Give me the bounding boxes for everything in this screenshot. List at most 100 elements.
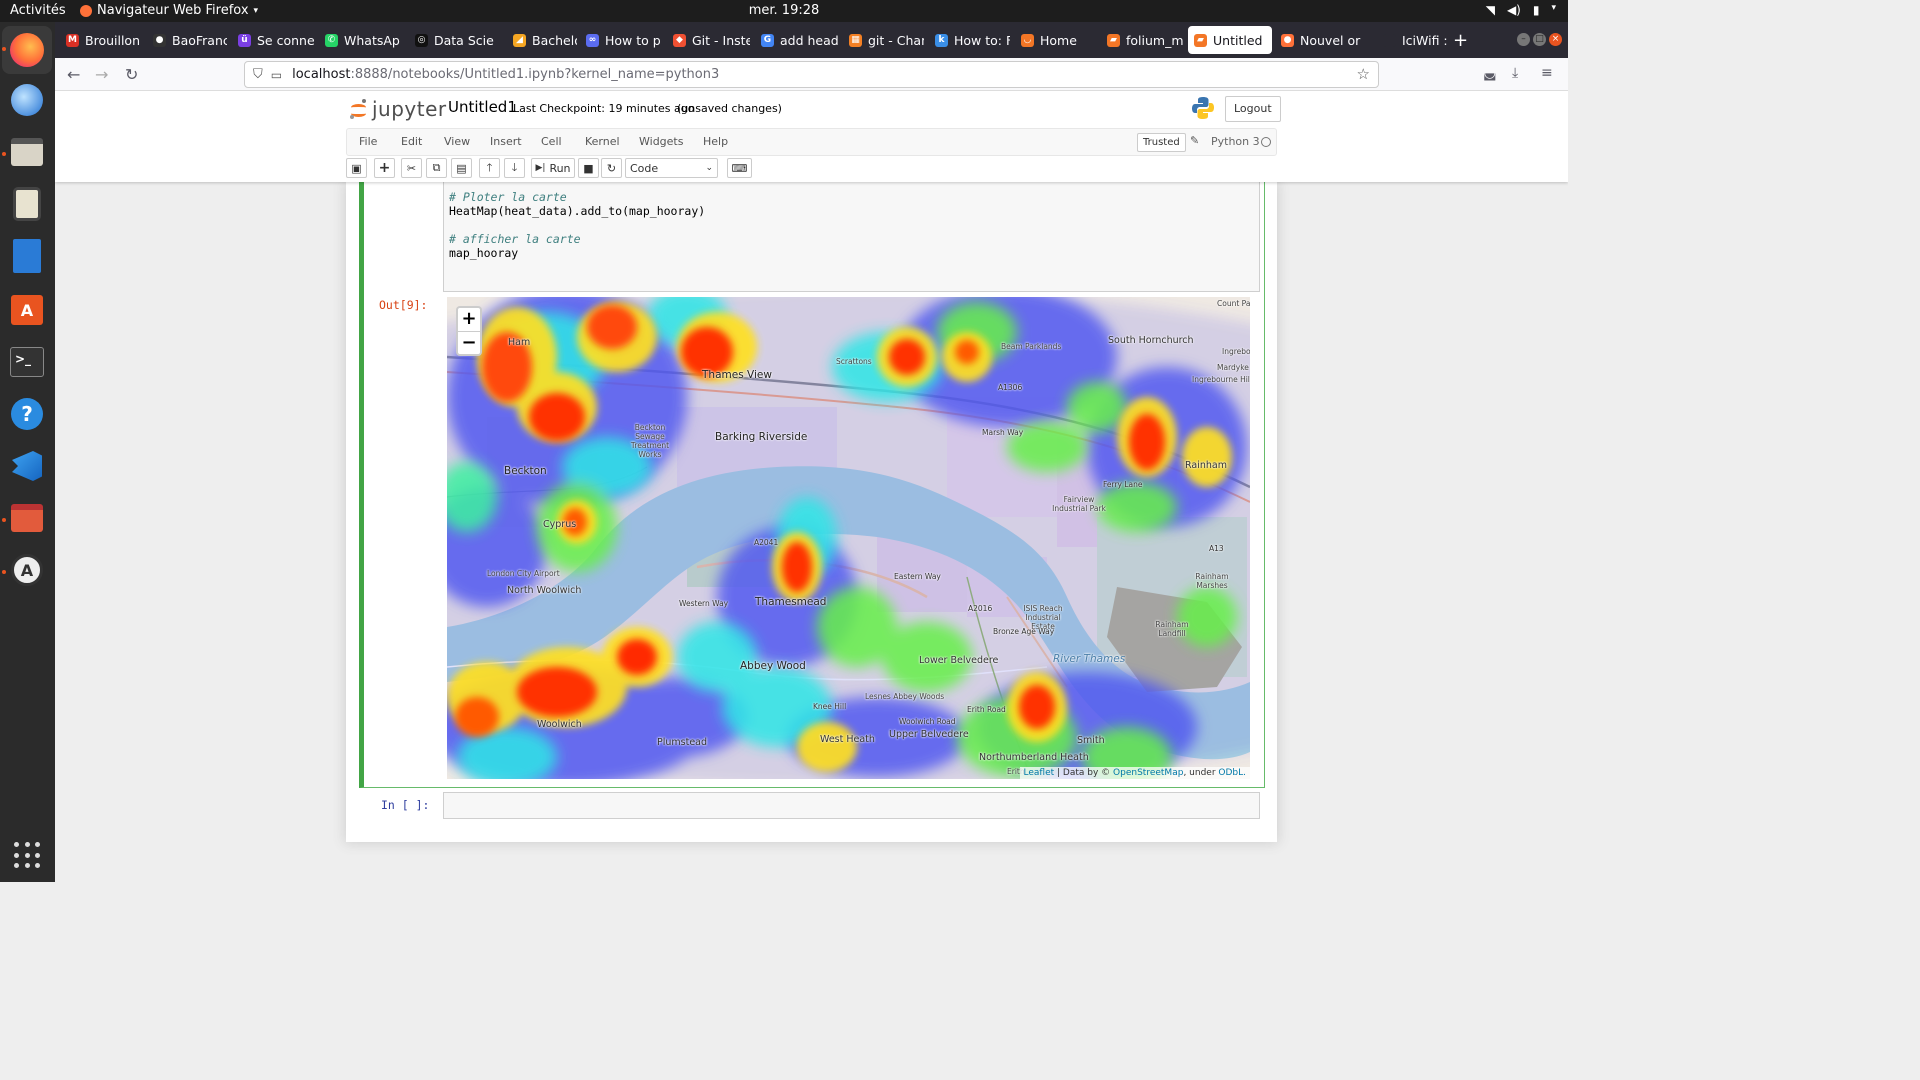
cut-icon[interactable]: ✂ bbox=[401, 158, 422, 178]
software-store-icon[interactable]: A bbox=[7, 290, 47, 330]
browser-tab[interactable]: ü Se conne bbox=[232, 26, 314, 54]
tab-label: Data Scie bbox=[434, 32, 494, 48]
jupyter-wordmark: jupyter bbox=[372, 97, 447, 121]
browser-tab[interactable]: ✆ WhatsAp bbox=[319, 26, 404, 54]
browser-tab[interactable]: k How to: F bbox=[929, 26, 1010, 54]
new-tab-button[interactable]: + bbox=[1453, 30, 1468, 51]
software-updater-icon[interactable]: A bbox=[7, 550, 47, 590]
help-icon[interactable]: ? bbox=[7, 394, 47, 434]
menu-kernel[interactable]: Kernel bbox=[585, 135, 620, 148]
terminal-icon[interactable]: >_ bbox=[7, 342, 47, 382]
tab-label: BaoFranc bbox=[172, 32, 227, 48]
rhythmbox-icon[interactable] bbox=[7, 184, 47, 224]
stop-icon[interactable]: ■ bbox=[578, 158, 599, 178]
menu-cell[interactable]: Cell bbox=[541, 135, 562, 148]
menu-widgets[interactable]: Widgets bbox=[639, 135, 683, 148]
jupyter-logo[interactable]: jupyter bbox=[348, 97, 447, 121]
document-viewer-icon[interactable] bbox=[7, 498, 47, 538]
leaflet-link[interactable]: Leaflet bbox=[1024, 768, 1055, 778]
minimize-button[interactable]: – bbox=[1517, 33, 1530, 46]
pocket-icon[interactable]: ◛ bbox=[1483, 65, 1497, 81]
code-cell-editor[interactable]: # Ploter la carte HeatMap(heat_data).add_… bbox=[443, 182, 1260, 292]
browser-tab[interactable]: Gadd head bbox=[755, 26, 838, 54]
jupyter-page: jupyter Untitled1 Last Checkpoint: 19 mi… bbox=[55, 91, 1568, 882]
kernel-name[interactable]: Python 3 bbox=[1211, 135, 1260, 148]
zoom-out-button[interactable]: − bbox=[458, 331, 480, 354]
empty-code-cell[interactable] bbox=[443, 792, 1260, 819]
browser-tab[interactable]: M Brouillon bbox=[60, 26, 142, 54]
clock[interactable]: mer. 19:28 bbox=[749, 3, 820, 18]
map-place-label: Abbey Wood bbox=[740, 660, 806, 672]
osm-link[interactable]: OpenStreetMap bbox=[1113, 768, 1183, 778]
hamburger-menu-icon[interactable]: ≡ bbox=[1541, 65, 1553, 81]
zoom-control: + − bbox=[456, 306, 482, 356]
menu-view[interactable]: View bbox=[444, 135, 470, 148]
restart-icon[interactable]: ↻ bbox=[601, 158, 622, 178]
move-up-icon[interactable]: 🡑 bbox=[479, 158, 500, 178]
browser-tab[interactable]: ◢ Bachelor bbox=[507, 26, 577, 54]
files-icon[interactable] bbox=[7, 132, 47, 172]
tab-label: Home bbox=[1040, 32, 1077, 48]
map-place-label: Bronze Age Way bbox=[993, 627, 1055, 636]
url-bar[interactable]: ⛉ ▭ localhost:8888/notebooks/Untitled1.i… bbox=[244, 61, 1379, 88]
tab-favicon-icon: ◡ bbox=[1021, 33, 1034, 47]
app-menu[interactable]: Navigateur Web Firefox ▾ bbox=[80, 3, 258, 18]
map-place-label: Upper Belvedere bbox=[889, 729, 969, 740]
zoom-in-button[interactable]: + bbox=[458, 308, 480, 331]
writer-icon[interactable] bbox=[7, 236, 47, 276]
close-window-button[interactable]: × bbox=[1549, 33, 1562, 46]
menu-help[interactable]: Help bbox=[703, 135, 728, 148]
reload-button[interactable]: ↻ bbox=[125, 65, 138, 84]
tracking-shield-icon[interactable]: ⛉ bbox=[253, 67, 263, 82]
back-button[interactable]: ← bbox=[67, 65, 80, 84]
run-button[interactable]: ▶| Run bbox=[531, 158, 575, 178]
forward-button[interactable]: → bbox=[95, 65, 108, 84]
map-place-label: Beckton bbox=[504, 465, 547, 477]
thunderbird-icon[interactable] bbox=[7, 80, 47, 120]
maximize-button[interactable]: □ bbox=[1533, 33, 1546, 46]
keyboard-icon[interactable]: ⌨ bbox=[727, 158, 752, 178]
browser-tab[interactable]: ∞ How to p bbox=[580, 26, 662, 54]
cell-type-select[interactable]: Code ⌄ bbox=[625, 158, 718, 178]
tab-label: Nouvel or bbox=[1300, 32, 1361, 48]
firefox-icon[interactable] bbox=[2, 26, 52, 74]
browser-tab[interactable]: ▦ git - Chan bbox=[843, 26, 924, 54]
menu-file[interactable]: File bbox=[359, 135, 377, 148]
leaflet-map[interactable]: + − Barking Riverside Thames View Beckton B… bbox=[447, 297, 1250, 779]
insert-cell-icon[interactable]: + bbox=[374, 158, 395, 178]
network-icon: ◥ bbox=[1485, 3, 1495, 17]
system-top-bar: Activités Navigateur Web Firefox ▾ mer. … bbox=[0, 0, 1568, 22]
activities-button[interactable]: Activités bbox=[10, 3, 66, 18]
notebook-title[interactable]: Untitled1 bbox=[448, 98, 517, 116]
odbl-link[interactable]: ODbL. bbox=[1218, 768, 1246, 778]
map-place-label: Woolwich bbox=[537, 719, 582, 730]
move-down-icon[interactable]: 🡓 bbox=[504, 158, 525, 178]
vscode-icon[interactable] bbox=[7, 446, 47, 486]
tab-strip: M Brouillon ● BaoFranc ü Se conne ✆ WhatsAp ◎ Dat… bbox=[55, 22, 1568, 58]
browser-tab[interactable]: ● BaoFranc bbox=[147, 26, 227, 54]
url-text[interactable]: localhost:8888/notebooks/Untitled1.ipynb… bbox=[292, 67, 719, 82]
trusted-indicator[interactable]: Trusted bbox=[1137, 133, 1186, 152]
show-applications-icon[interactable] bbox=[14, 842, 42, 870]
save-icon[interactable]: ▣ bbox=[346, 158, 367, 178]
browser-tab[interactable]: ▰ folium_m bbox=[1101, 26, 1183, 54]
browser-tab[interactable]: ● Nouvel or bbox=[1275, 26, 1365, 54]
browser-tab[interactable]: ▰Untitled× bbox=[1188, 26, 1272, 54]
bookmark-star-icon[interactable]: ☆ bbox=[1357, 65, 1370, 83]
menu-edit[interactable]: Edit bbox=[401, 135, 422, 148]
browser-tab[interactable]: IciWifi : s bbox=[1377, 26, 1447, 54]
logout-button[interactable]: Logout bbox=[1225, 96, 1281, 122]
menu-insert[interactable]: Insert bbox=[490, 135, 522, 148]
copy-icon[interactable]: ⧉ bbox=[426, 158, 447, 178]
paste-icon[interactable]: ▤ bbox=[451, 158, 472, 178]
page-info-icon[interactable]: ▭ bbox=[271, 68, 282, 82]
map-place-label: Woolwich Road bbox=[899, 717, 956, 726]
browser-tab[interactable]: ◎ Data Scie bbox=[409, 26, 499, 54]
map-place-label: Scrattons bbox=[836, 357, 872, 366]
browser-tab[interactable]: ◡ Home bbox=[1015, 26, 1095, 54]
system-tray[interactable]: ◥ ◀) ▮ ▾ bbox=[1486, 3, 1556, 17]
tab-label: folium_m bbox=[1126, 32, 1183, 48]
pencil-icon[interactable]: ✎ bbox=[1190, 134, 1199, 147]
downloads-icon[interactable]: ⤓ bbox=[1512, 65, 1518, 81]
browser-tab[interactable]: ◆ Git - Inste bbox=[667, 26, 750, 54]
